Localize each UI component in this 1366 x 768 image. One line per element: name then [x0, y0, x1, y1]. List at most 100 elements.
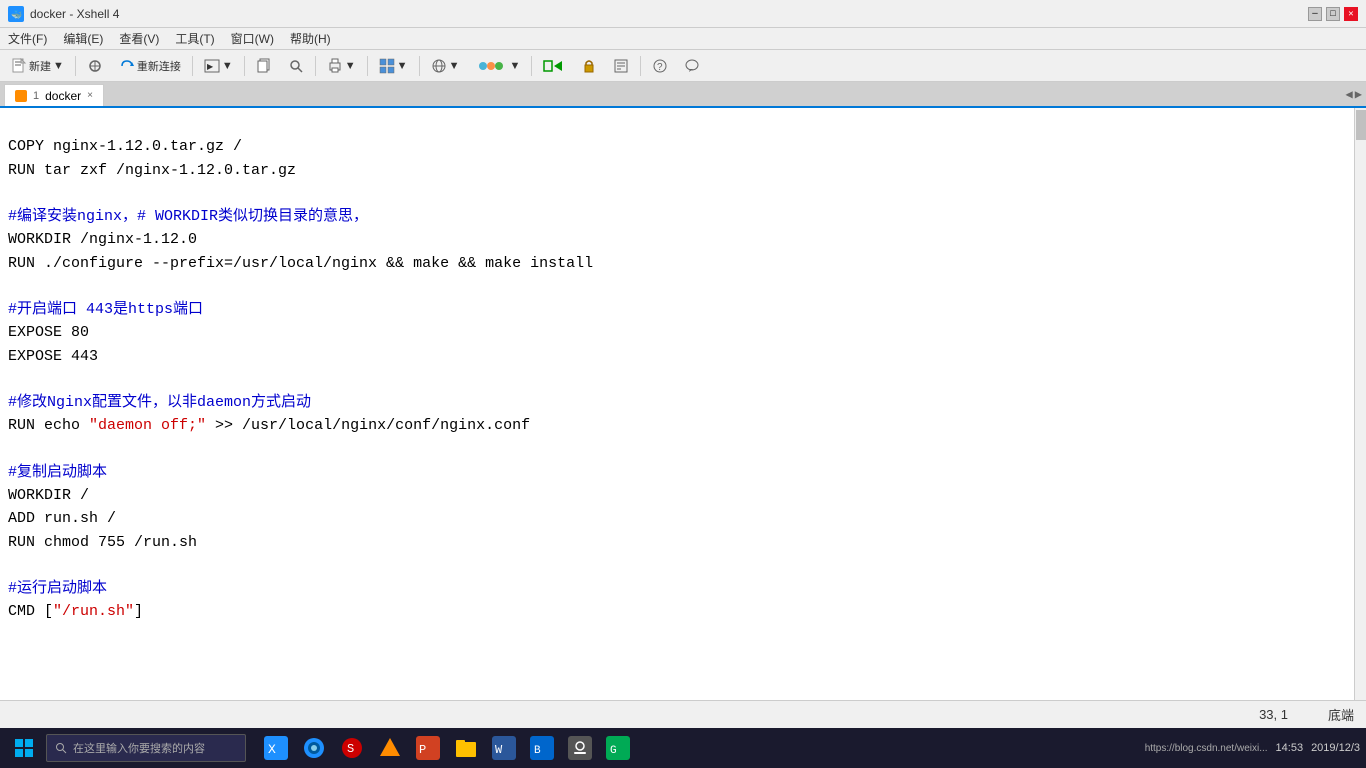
menu-file[interactable]: 文件(F) — [0, 28, 55, 49]
help-button[interactable]: ? — [645, 53, 675, 79]
title-bar-left: 🐳 docker - Xshell 4 — [8, 6, 119, 22]
copy-icon — [256, 58, 272, 74]
browser-taskbar-icon — [302, 736, 326, 760]
comment-compile: #编译安装nginx，# WORKDIR类似切换目录的意思， — [8, 208, 368, 225]
menu-view[interactable]: 查看(V) — [111, 28, 167, 49]
connect-button[interactable] — [80, 53, 110, 79]
taskbar-app-photo[interactable] — [562, 730, 598, 766]
toolbar-separator-4 — [315, 56, 316, 76]
script-icon — [613, 58, 629, 74]
layout-arrow[interactable]: ▼ — [397, 60, 408, 72]
svg-text:?: ? — [657, 62, 663, 73]
menu-edit[interactable]: 编辑(E) — [55, 28, 111, 49]
search-button[interactable] — [281, 53, 311, 79]
tab-next-icon[interactable]: ▶ — [1355, 87, 1362, 102]
toolbar-separator-2 — [192, 56, 193, 76]
taskbar-app-ppt[interactable]: P — [410, 730, 446, 766]
copy-button[interactable] — [249, 53, 279, 79]
string-run-sh: "/run.sh" — [53, 603, 134, 620]
help-icon: ? — [652, 58, 668, 74]
comment-nginx-conf: #修改Nginx配置文件，以非daemon方式启动 — [8, 394, 311, 411]
lock-button[interactable] — [574, 53, 604, 79]
line-run-echo: RUN echo "daemon off;" >> /usr/local/ngi… — [8, 417, 530, 434]
toolbar: 新建 ▼ 重新连接 ▶ ▼ ▼ ▼ ▼ ▼ — [0, 50, 1366, 82]
svg-text:B: B — [534, 745, 541, 757]
new-label: 新建 — [29, 58, 51, 74]
taskbar-app-blue[interactable]: B — [524, 730, 560, 766]
menu-window[interactable]: 窗口(W) — [223, 28, 282, 49]
new-button[interactable]: 新建 ▼ — [4, 53, 71, 79]
minimize-button[interactable]: ─ — [1308, 7, 1322, 21]
tab-prev-icon[interactable]: ◀ — [1346, 87, 1353, 102]
tab-bar: 1 docker × ◀ ▶ — [0, 82, 1366, 108]
xshell-taskbar-icon: X — [264, 736, 288, 760]
line-cmd: CMD ["/run.sh"] — [8, 603, 143, 620]
editor-area[interactable]: COPY nginx-1.12.0.tar.gz / RUN tar zxf /… — [0, 108, 1366, 700]
taskbar: 在这里输入你要搜索的内容 X S P W B G — [0, 728, 1366, 768]
terminal-button[interactable]: ▶ ▼ — [197, 53, 240, 79]
tab-name: docker — [45, 89, 81, 103]
print-icon — [327, 58, 343, 74]
svg-text:P: P — [419, 743, 426, 757]
new-arrow-icon[interactable]: ▼ — [53, 60, 64, 72]
taskbar-app-red[interactable]: S — [334, 730, 370, 766]
windows-icon — [14, 738, 34, 758]
menu-help[interactable]: 帮助(H) — [282, 28, 339, 49]
tab-icon — [15, 90, 27, 102]
toolbar-separator-6 — [419, 56, 420, 76]
word-icon: W — [492, 736, 516, 760]
vertical-scrollbar[interactable] — [1354, 108, 1366, 700]
svg-text:W: W — [495, 743, 503, 757]
web-button[interactable]: ▼ — [424, 53, 467, 79]
script-button[interactable] — [606, 53, 636, 79]
status-bar: 33, 1 底端 — [0, 700, 1366, 728]
taskbar-right: https://blog.csdn.net/weixi... 14:53 201… — [1145, 742, 1360, 754]
taskbar-app-xshell[interactable]: X — [258, 730, 294, 766]
taskbar-search-placeholder: 在这里输入你要搜索的内容 — [73, 740, 205, 756]
chat-button[interactable] — [677, 53, 707, 79]
toolbar-separator-3 — [244, 56, 245, 76]
taskbar-search-box[interactable]: 在这里输入你要搜索的内容 — [46, 734, 246, 762]
line-workdir1: WORKDIR /nginx-1.12.0 RUN ./configure --… — [8, 231, 593, 271]
tools-arrow[interactable]: ▼ — [509, 60, 520, 72]
cursor-position: 33, 1 — [1259, 707, 1288, 722]
green-app-icon: G — [606, 736, 630, 760]
scrollbar-thumb[interactable] — [1356, 110, 1366, 140]
web-arrow[interactable]: ▼ — [449, 60, 460, 72]
reconnect-label: 重新连接 — [137, 58, 181, 74]
editor-content: COPY nginx-1.12.0.tar.gz / RUN tar zxf /… — [8, 112, 1358, 647]
taskbar-url: https://blog.csdn.net/weixi... — [1145, 743, 1268, 754]
window-controls[interactable]: ─ □ ✕ — [1308, 7, 1358, 21]
tools-button[interactable]: ▼ — [468, 53, 527, 79]
layout-button[interactable]: ▼ — [372, 53, 415, 79]
sftp-button[interactable] — [536, 53, 572, 79]
taskbar-time: 14:53 — [1276, 742, 1304, 754]
print-button[interactable]: ▼ — [320, 53, 363, 79]
tools-icon — [475, 58, 507, 74]
search-icon — [288, 58, 304, 74]
sftp-icon — [543, 58, 565, 74]
svg-text:X: X — [268, 742, 276, 757]
editor-mode: 底端 — [1328, 705, 1354, 724]
menu-tools[interactable]: 工具(T) — [167, 28, 222, 49]
comment-run-script: #运行启动脚本 — [8, 580, 107, 597]
taskbar-app-word[interactable]: W — [486, 730, 522, 766]
files-icon — [454, 736, 478, 760]
close-button[interactable]: ✕ — [1344, 7, 1358, 21]
tab-close-button[interactable]: × — [87, 90, 93, 101]
terminal-arrow[interactable]: ▼ — [222, 60, 233, 72]
toolbar-separator-1 — [75, 56, 76, 76]
toolbar-separator-8 — [640, 56, 641, 76]
toolbar-separator-7 — [531, 56, 532, 76]
taskbar-app-files[interactable] — [448, 730, 484, 766]
start-button[interactable] — [6, 730, 42, 766]
taskbar-app-yellow[interactable] — [372, 730, 408, 766]
print-arrow[interactable]: ▼ — [345, 60, 356, 72]
connect-icon — [87, 58, 103, 74]
tab-docker[interactable]: 1 docker × — [4, 84, 104, 106]
toolbar-separator-5 — [367, 56, 368, 76]
taskbar-app-green[interactable]: G — [600, 730, 636, 766]
reconnect-button[interactable]: 重新连接 — [112, 53, 188, 79]
taskbar-app-browser[interactable] — [296, 730, 332, 766]
maximize-button[interactable]: □ — [1326, 7, 1340, 21]
